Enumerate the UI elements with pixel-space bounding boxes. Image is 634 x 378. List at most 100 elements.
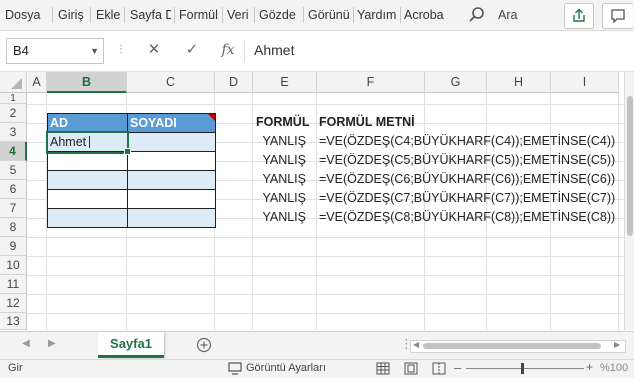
tab-view[interactable]: Görünü [308,0,350,30]
table-cell-b4[interactable]: Ahmet [47,132,128,152]
vertical-scrollbar[interactable] [624,72,634,330]
vertical-scroll-thumb[interactable] [627,96,633,236]
zoom-slider-thumb[interactable] [521,363,524,374]
column-header-i[interactable]: I [551,72,619,93]
table-cell-c5[interactable] [127,151,216,171]
row-header-8[interactable]: 8 [0,218,27,237]
table-cell-b8[interactable] [47,208,128,228]
result-cell-e7[interactable]: YANLIŞ [253,189,318,208]
row-header-1[interactable]: 1 [0,93,27,104]
ribbon-tab-bar: Dosya Giriş Ekle Sayfa D Formül Veri Göz… [0,0,634,31]
status-bar: Gir Görüntü Ayarları – + %100 [0,359,634,378]
table-cell-c4[interactable] [127,132,216,152]
scroll-right-icon[interactable]: ▶ [48,338,56,349]
zoom-in-icon[interactable]: + [586,360,593,374]
insert-function-icon[interactable]: fx [216,38,240,62]
formula-text-f7[interactable]: =VE(ÖZDEŞ(C7;BÜYÜKHARF(C7));EMETİNSE(C7)… [317,189,617,208]
table-header-soyadi[interactable]: SOYADI [127,113,216,133]
tab-data[interactable]: Veri [227,0,253,30]
row-header-6[interactable]: 6 [0,180,27,199]
tab-separator [124,7,125,23]
row-header-5[interactable]: 5 [0,161,27,180]
table-header-ad[interactable]: AD [47,113,128,133]
add-sheet-icon[interactable] [196,337,212,353]
header-formul[interactable]: FORMÜL [253,113,318,132]
column-header-a[interactable]: A [27,72,47,93]
tab-acrobat[interactable]: Acroba [404,0,446,30]
formula-text-f4[interactable]: =VE(ÖZDEŞ(C4;BÜYÜKHARF(C4));EMETİNSE(C4)… [317,132,617,151]
normal-view-icon[interactable] [376,362,390,375]
enter-icon[interactable]: ✓ [180,38,204,62]
scroll-left-arrow-icon[interactable]: ◀ [413,340,419,349]
tab-separator [222,7,223,23]
column-header-e[interactable]: E [253,72,317,93]
table-cell-b6[interactable] [47,170,128,190]
result-cell-e6[interactable]: YANLIŞ [253,170,318,189]
column-header-d[interactable]: D [215,72,253,93]
formula-input[interactable]: Ahmet [254,38,294,62]
comment-icon [611,9,625,24]
cancel-icon[interactable]: ✕ [142,38,166,62]
name-box[interactable]: B4 ▼ [6,38,104,64]
tab-help[interactable]: Yardım [357,0,399,30]
formula-bar-grip[interactable]: ⋮ [116,44,127,55]
zoom-out-icon[interactable]: – [454,360,461,375]
row-header-11[interactable]: 11 [0,275,27,294]
share-icon [573,8,585,22]
comments-button[interactable] [602,3,633,29]
select-all-triangle-icon [11,78,22,89]
tab-formulas[interactable]: Formül [179,0,221,30]
column-header-c[interactable]: C [127,72,215,93]
column-header-f[interactable]: F [317,72,425,93]
tab-insert[interactable]: Ekle [96,0,124,30]
table-cell-b5[interactable] [47,151,128,171]
table-cell-c7[interactable] [127,189,216,209]
header-formul-metni[interactable]: FORMÜL METNİ [317,113,426,132]
formula-bar: B4 ▼ [0,31,634,72]
formula-text-f6[interactable]: =VE(ÖZDEŞ(C6;BÜYÜKHARF(C6));EMETİNSE(C6)… [317,170,617,189]
row-header-13[interactable]: 13 [0,313,27,330]
row-header-7[interactable]: 7 [0,199,27,218]
zoom-slider[interactable] [466,363,584,374]
page-layout-icon[interactable] [404,362,418,375]
page-break-preview-icon[interactable] [432,362,446,375]
tab-separator [254,7,255,23]
display-settings-icon[interactable] [228,362,242,375]
select-all-button[interactable] [0,72,27,93]
formula-text-f5[interactable]: =VE(ÖZDEŞ(C5;BÜYÜKHARF(C5));EMETİNSE(C5)… [317,151,617,170]
table-cell-c6[interactable] [127,170,216,190]
tab-separator [353,7,354,23]
scroll-left-icon[interactable]: ◀ [22,338,30,349]
column-header-h[interactable]: H [487,72,551,93]
tab-review[interactable]: Gözde [259,0,301,30]
tab-page-layout[interactable]: Sayfa D [130,0,171,30]
row-header-10[interactable]: 10 [0,256,27,275]
result-cell-e5[interactable]: YANLIŞ [253,151,318,170]
search-label[interactable]: Ara [498,0,517,30]
share-button[interactable] [564,3,594,29]
row-header-9[interactable]: 9 [0,237,27,256]
result-cell-e8[interactable]: YANLIŞ [253,208,318,227]
tab-separator [90,7,91,23]
tab-home[interactable]: Giriş [58,0,90,30]
row-header-4[interactable]: 4 [0,142,27,161]
row-header-2[interactable]: 2 [0,104,27,123]
horizontal-scrollbar[interactable]: ◀ ▶ [410,340,626,353]
sheet-tab-sayfa1[interactable]: Sayfa1 [98,332,164,358]
row-header-12[interactable]: 12 [0,294,27,313]
table-cell-c8[interactable] [127,208,216,228]
fill-handle[interactable] [124,148,131,155]
zoom-level[interactable]: %100 [600,362,628,374]
search-icon[interactable] [468,6,486,24]
scroll-right-arrow-icon[interactable]: ▶ [614,340,620,349]
column-header-b[interactable]: B [47,72,127,93]
horizontal-scroll-thumb[interactable] [423,343,601,349]
display-settings-label[interactable]: Görüntü Ayarları [246,362,326,374]
result-cell-e4[interactable]: YANLIŞ [253,132,318,151]
chevron-down-icon[interactable]: ▼ [90,39,99,63]
formula-text-f8[interactable]: =VE(ÖZDEŞ(C8;BÜYÜKHARF(C8));EMETİNSE(C8)… [317,208,617,227]
table-cell-b7[interactable] [47,189,128,209]
column-header-g[interactable]: G [425,72,487,93]
tab-file[interactable]: Dosya [5,0,47,30]
row-header-3[interactable]: 3 [0,123,27,142]
